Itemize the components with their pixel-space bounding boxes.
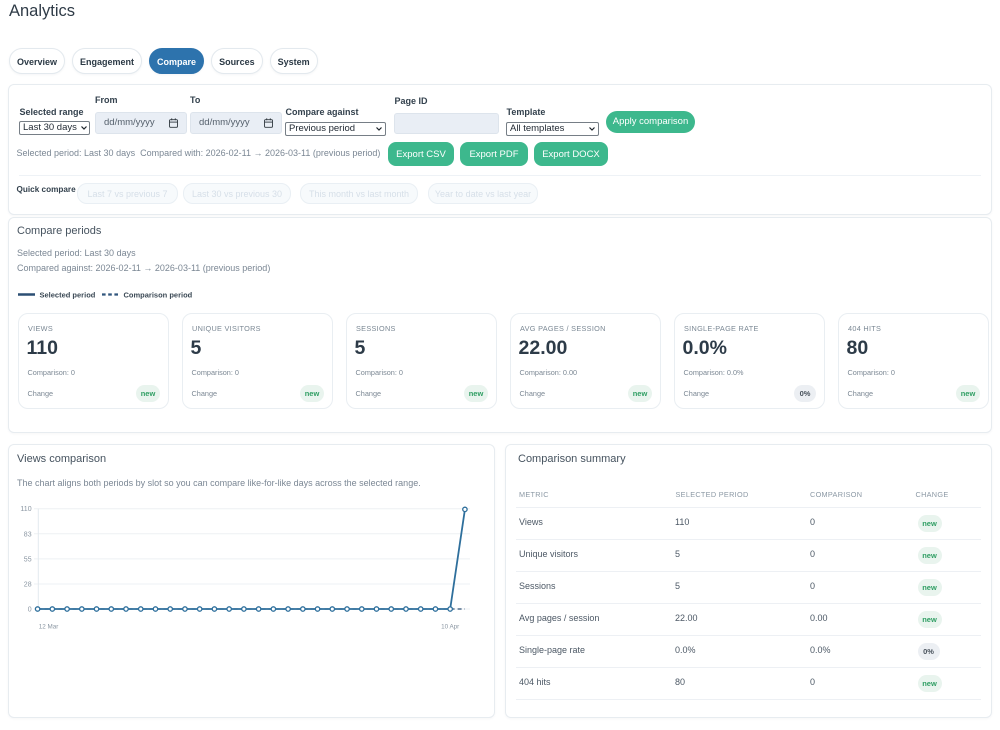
svg-text:0: 0 bbox=[28, 607, 32, 614]
svg-text:55: 55 bbox=[24, 556, 32, 563]
svg-text:10 Apr: 10 Apr bbox=[441, 624, 459, 631]
svg-text:Selected period: Selected period bbox=[40, 290, 96, 299]
svg-text:28: 28 bbox=[24, 582, 32, 589]
svg-text:Comparison period: Comparison period bbox=[124, 290, 193, 299]
svg-text:110: 110 bbox=[20, 506, 31, 513]
svg-text:12 Mar: 12 Mar bbox=[39, 624, 59, 631]
svg-text:83: 83 bbox=[24, 531, 32, 538]
